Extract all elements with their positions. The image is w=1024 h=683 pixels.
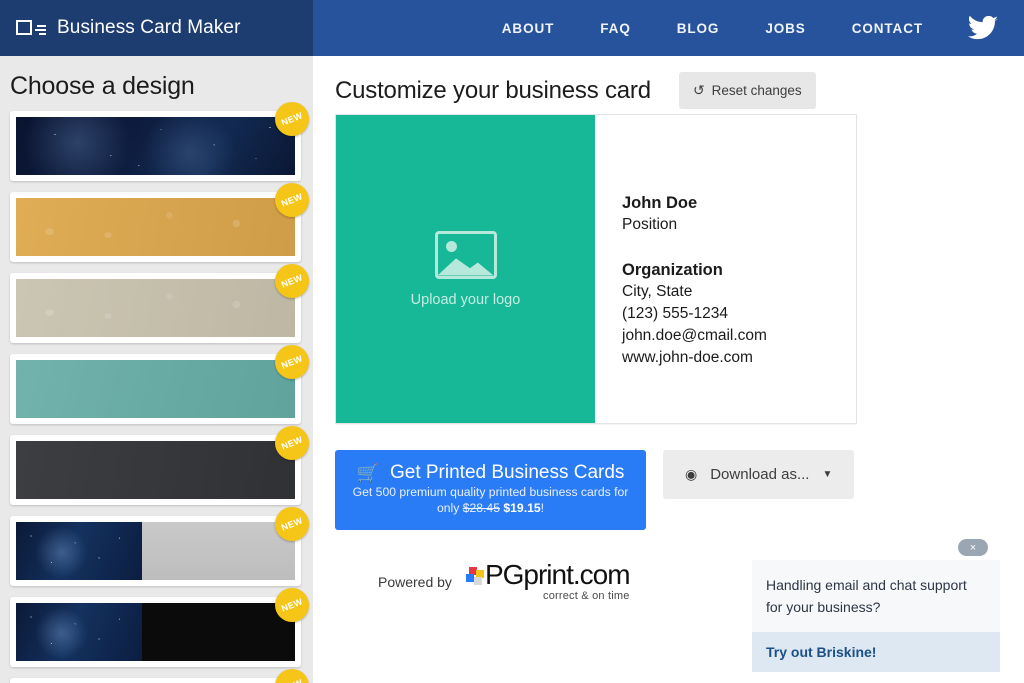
download-as-label: Download as...	[710, 466, 810, 483]
card-field-website[interactable]: www.john-doe.com	[622, 347, 856, 369]
top-header: Business Card Maker ABOUT FAQ BLOG JOBS …	[0, 0, 1024, 56]
new-badge: NEW	[275, 264, 309, 298]
download-as-button[interactable]: ◉ Download as... ▼	[663, 450, 855, 499]
design-option-beige-icons[interactable]: NEW	[10, 264, 309, 343]
pgprint-squares-icon	[465, 567, 484, 585]
popup-cta-label: Try out Briskine!	[766, 644, 877, 660]
logo-upload-area[interactable]: Upload your logo	[336, 115, 595, 423]
cta-title: Get Printed Business Cards	[389, 462, 625, 483]
cta-new-price: $19.15	[503, 501, 541, 515]
design-option-sky-left-gray-right[interactable]: NEW	[10, 507, 309, 586]
new-badge-label: NEW	[279, 515, 305, 533]
card-field-city-state[interactable]: City, State	[622, 281, 856, 303]
new-badge: NEW	[275, 183, 309, 217]
close-icon[interactable]: ×	[958, 539, 988, 556]
new-badge: NEW	[275, 426, 309, 460]
powered-by-label: Powered by	[378, 573, 452, 590]
action-row: 🛒 Get Printed Business Cards Get 500 pre…	[335, 450, 855, 530]
popup-message: Handling email and chat support for your…	[766, 577, 967, 615]
design-thumbnail	[16, 441, 295, 499]
cta-old-price: $28.45	[462, 501, 500, 515]
design-option-sky-top-gray-bottom[interactable]: NEW	[10, 669, 309, 683]
design-thumbnail	[16, 117, 295, 175]
new-badge-label: NEW	[279, 434, 305, 452]
chevron-down-icon: ▼	[822, 469, 833, 480]
business-card-preview: Upload your logo John Doe Position Organ…	[335, 114, 857, 424]
app-title: Business Card Maker	[57, 17, 241, 38]
design-list: NEW NEW NEW NEW NEW NEW NEW	[0, 102, 313, 683]
design-option-night-sky-full[interactable]: NEW	[10, 102, 309, 181]
nav-item-jobs[interactable]: JOBS	[765, 21, 805, 36]
pgprint-logo[interactable]: PGprint.com correct & on time	[465, 559, 631, 602]
new-badge-label: NEW	[279, 110, 305, 128]
design-sidebar: Choose a design NEW NEW NEW NEW NEW NEW …	[0, 56, 313, 683]
reset-changes-button[interactable]: ↻ Reset changes	[678, 72, 816, 109]
cta-sub-suffix: !	[540, 501, 545, 515]
popup-cta-link[interactable]: Try out Briskine!	[752, 632, 1000, 672]
main-header: Customize your business card ↻ Reset cha…	[313, 56, 1024, 109]
design-thumbnail	[16, 522, 295, 580]
new-badge: NEW	[275, 669, 309, 683]
undo-icon: ↻	[692, 82, 705, 98]
business-card-icon	[16, 18, 46, 38]
design-thumbnail	[16, 360, 295, 418]
design-option-sky-left-black-right[interactable]: NEW	[10, 588, 309, 667]
design-option-charcoal-plain[interactable]: NEW	[10, 426, 309, 505]
upload-logo-label: Upload your logo	[410, 291, 521, 308]
image-placeholder-icon	[434, 230, 497, 279]
nav-item-faq[interactable]: FAQ	[600, 21, 630, 36]
pgprint-brand: PGprint.com	[484, 559, 631, 590]
nav-item-blog[interactable]: BLOG	[677, 21, 720, 36]
new-badge-label: NEW	[280, 677, 304, 683]
design-thumbnail	[16, 279, 295, 337]
new-badge-label: NEW	[279, 191, 305, 209]
powered-by: Powered by PGprint.com correct & on time	[378, 559, 631, 602]
new-badge: NEW	[275, 102, 309, 136]
close-label: ×	[969, 541, 977, 554]
get-printed-cards-button[interactable]: 🛒 Get Printed Business Cards Get 500 pre…	[335, 450, 646, 530]
cta-subtitle: Get 500 premium quality printed business…	[353, 485, 629, 515]
new-badge-label: NEW	[279, 596, 305, 614]
popup-body: Handling email and chat support for your…	[752, 560, 1000, 632]
new-badge: NEW	[275, 588, 309, 622]
new-badge: NEW	[275, 507, 309, 541]
design-option-gold-icons[interactable]: NEW	[10, 183, 309, 262]
new-badge-label: NEW	[279, 272, 305, 290]
design-thumbnail	[16, 198, 295, 256]
nav-item-contact[interactable]: CONTACT	[852, 21, 923, 36]
brand-area[interactable]: Business Card Maker	[0, 0, 313, 56]
card-field-position[interactable]: Position	[622, 214, 856, 235]
design-thumbnail	[16, 603, 295, 661]
card-field-organization[interactable]: Organization	[622, 259, 856, 281]
shopping-cart-icon: 🛒	[356, 462, 379, 483]
app-root: Business Card Maker ABOUT FAQ BLOG JOBS …	[0, 0, 1024, 683]
download-circle-icon: ◉	[685, 466, 698, 482]
card-details: John Doe Position Organization City, Sta…	[595, 115, 856, 423]
sidebar-heading: Choose a design	[10, 72, 195, 100]
design-option-teal-plain[interactable]: NEW	[10, 345, 309, 424]
new-badge-label: NEW	[279, 353, 305, 371]
briskine-popup: × Handling email and chat support for yo…	[752, 539, 1000, 672]
card-field-email[interactable]: john.doe@cmail.com	[622, 325, 856, 347]
page-title: Customize your business card	[335, 76, 651, 104]
card-field-name[interactable]: John Doe	[622, 193, 856, 214]
twitter-icon[interactable]	[968, 15, 998, 41]
new-badge: NEW	[275, 345, 309, 379]
main-nav: ABOUT FAQ BLOG JOBS CONTACT	[313, 0, 1024, 56]
reset-changes-label: Reset changes	[711, 83, 802, 98]
pgprint-tagline: correct & on time	[543, 590, 630, 602]
card-field-phone[interactable]: (123) 555-1234	[622, 303, 856, 325]
nav-item-about[interactable]: ABOUT	[502, 21, 555, 36]
